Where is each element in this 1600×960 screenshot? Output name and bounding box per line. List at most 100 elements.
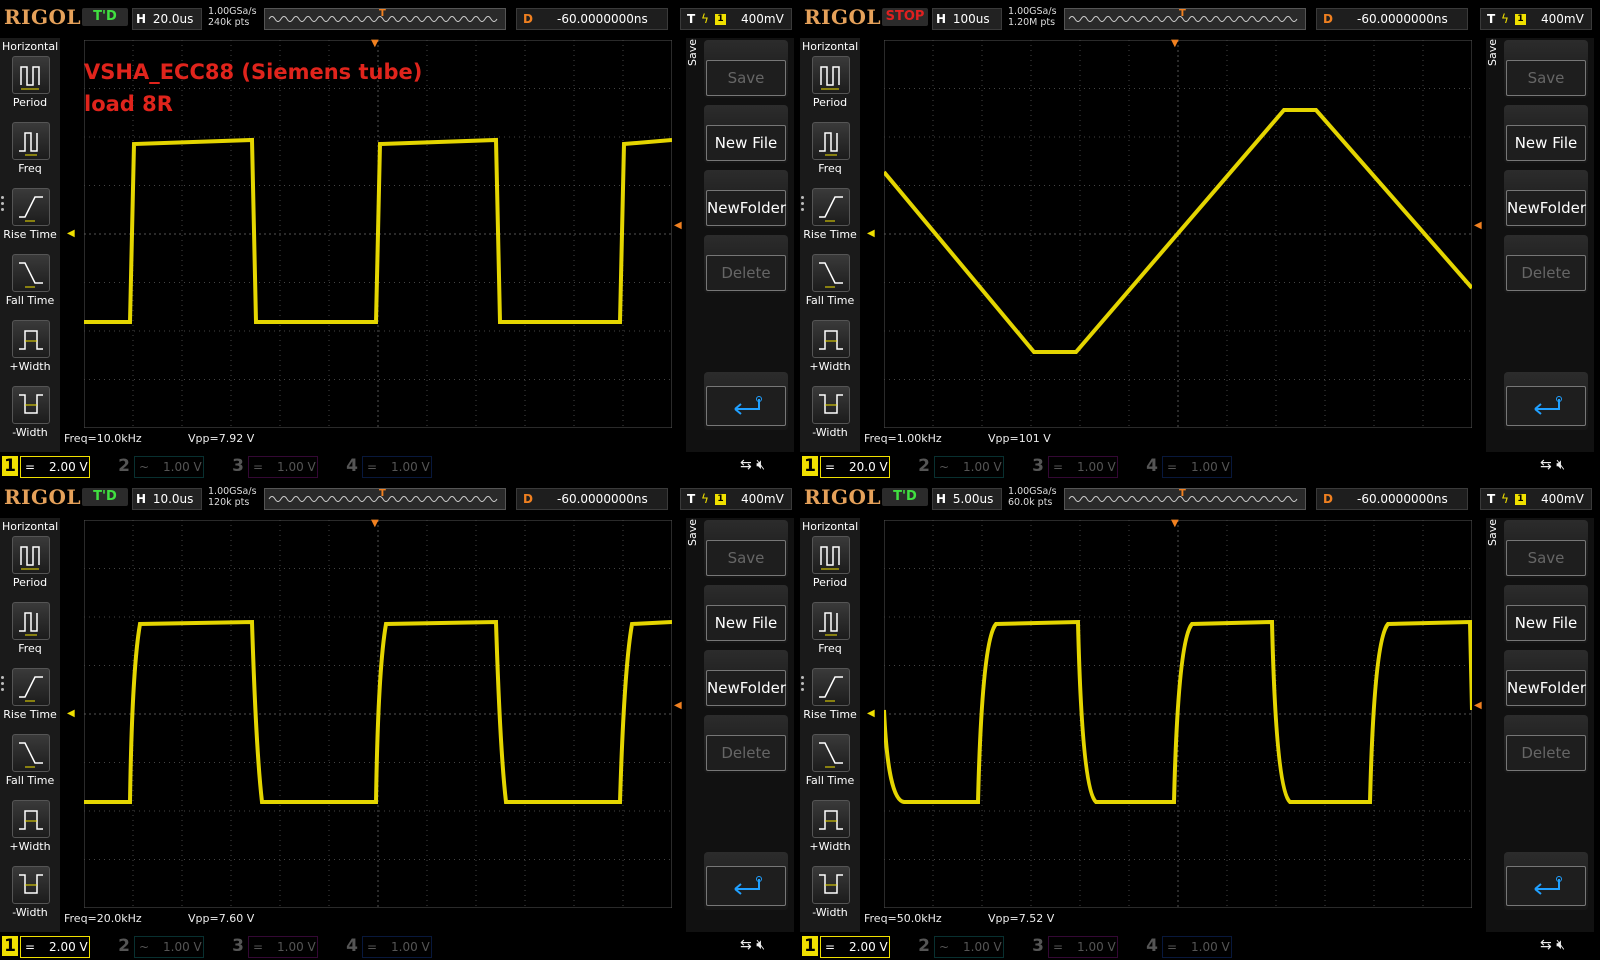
- measure-fall-time-item[interactable]: Fall Time: [0, 732, 60, 798]
- trigger-position-marker: ▼: [1171, 38, 1179, 49]
- trigger-box[interactable]: Tϟ 1 400mV: [680, 488, 792, 510]
- save-button[interactable]: Save: [704, 520, 788, 578]
- ch1-level-marker[interactable]: ◀: [67, 708, 75, 719]
- measure-fall-time-item[interactable]: Fall Time: [800, 252, 860, 318]
- run-status-button[interactable]: T'D: [82, 488, 128, 506]
- measure-neg-width-item[interactable]: -Width: [0, 384, 60, 450]
- measure-period-item[interactable]: Period: [0, 54, 60, 120]
- measure-rise-time-item[interactable]: Rise Time: [800, 186, 860, 252]
- measure-pos-width-item[interactable]: +Width: [0, 318, 60, 384]
- measure-rise-time-item[interactable]: Rise Time: [800, 666, 860, 732]
- measure-neg-width-item[interactable]: -Width: [800, 864, 860, 930]
- run-status-button[interactable]: STOP: [882, 8, 928, 26]
- neg-width-icon: [812, 866, 850, 904]
- speaker-mute-icon[interactable]: 🔇︎: [756, 937, 765, 953]
- newfolder-button[interactable]: NewFolder: [704, 650, 788, 708]
- delay-box[interactable]: D -60.0000000ns: [1316, 8, 1468, 30]
- save-button[interactable]: Save: [1504, 40, 1588, 98]
- run-status-button[interactable]: T'D: [882, 488, 928, 506]
- trigger-level-marker[interactable]: ◀: [1474, 220, 1482, 231]
- speaker-mute-icon[interactable]: 🔇︎: [1556, 937, 1565, 953]
- ch-coupling: =: [1167, 460, 1178, 474]
- save-menu-title: Save: [686, 518, 699, 546]
- ch1-volts: 2.00 V: [849, 940, 888, 954]
- save-button[interactable]: Save: [704, 40, 788, 98]
- button-label: Save: [706, 540, 786, 576]
- timebase-box[interactable]: H 10.0us: [132, 488, 202, 510]
- measure-label: Period: [12, 96, 48, 109]
- ch1-coupling: =: [825, 940, 836, 954]
- sample-rate: 1.00GSa/s: [1008, 486, 1057, 497]
- speaker-mute-icon[interactable]: 🔇︎: [756, 457, 765, 473]
- memory-track[interactable]: T: [264, 488, 506, 510]
- measure-neg-width-item[interactable]: -Width: [800, 384, 860, 450]
- save-button[interactable]: Save: [1504, 520, 1588, 578]
- delay-box[interactable]: D -60.0000000ns: [516, 8, 668, 30]
- freq-icon: [12, 602, 50, 640]
- delete-button[interactable]: Delete: [1504, 715, 1588, 773]
- measure-fall-time-item[interactable]: Fall Time: [800, 732, 860, 798]
- return-button[interactable]: [1504, 852, 1588, 910]
- trigger-level-marker[interactable]: ◀: [1474, 700, 1482, 711]
- ch2-number: 2: [118, 936, 130, 956]
- ch1-level-marker[interactable]: ◀: [867, 708, 875, 719]
- newfolder-button[interactable]: NewFolder: [704, 170, 788, 228]
- ch-coupling: =: [253, 460, 264, 474]
- measure-label: Period: [812, 576, 848, 589]
- measure-period-item[interactable]: Period: [800, 54, 860, 120]
- ch3-number: 3: [232, 456, 244, 476]
- return-button[interactable]: [704, 372, 788, 430]
- delete-button[interactable]: Delete: [1504, 235, 1588, 293]
- newfolder-button[interactable]: NewFolder: [1504, 170, 1588, 228]
- timebase-box[interactable]: H 5.00us: [932, 488, 1002, 510]
- measure-fall-time-item[interactable]: Fall Time: [0, 252, 60, 318]
- memory-track[interactable]: T: [264, 8, 506, 30]
- memory-track[interactable]: T: [1064, 488, 1306, 510]
- measure-period-item[interactable]: Period: [0, 534, 60, 600]
- memory-track[interactable]: T: [1064, 8, 1306, 30]
- ch-coupling: =: [1053, 940, 1064, 954]
- run-status-button[interactable]: T'D: [82, 8, 128, 26]
- measure-freq-item[interactable]: Freq: [0, 120, 60, 186]
- measure-period-item[interactable]: Period: [800, 534, 860, 600]
- brand-logo: RIGOL: [804, 5, 882, 29]
- speaker-mute-icon[interactable]: 🔇︎: [1556, 457, 1565, 473]
- trigger-box[interactable]: Tϟ 1 400mV: [1480, 8, 1592, 30]
- delete-button[interactable]: Delete: [704, 715, 788, 773]
- trigger-position-marker: T: [379, 8, 386, 19]
- trigger-level-marker[interactable]: ◀: [674, 700, 682, 711]
- delay-box[interactable]: D -60.0000000ns: [516, 488, 668, 510]
- trigger-box[interactable]: Tϟ 1 400mV: [680, 8, 792, 30]
- measure-freq-item[interactable]: Freq: [800, 600, 860, 666]
- timebase-box[interactable]: H 20.0us: [132, 8, 202, 30]
- ch1-level-marker[interactable]: ◀: [867, 228, 875, 239]
- measure-freq-item[interactable]: Freq: [800, 120, 860, 186]
- trigger-box[interactable]: Tϟ 1 400mV: [1480, 488, 1592, 510]
- measure-pos-width-item[interactable]: +Width: [0, 798, 60, 864]
- measure-freq-item[interactable]: Freq: [0, 600, 60, 666]
- newfolder-button[interactable]: NewFolder: [1504, 650, 1588, 708]
- edge-trigger-icon: ϟ: [701, 492, 709, 506]
- return-button[interactable]: [704, 852, 788, 910]
- measure-pos-width-item[interactable]: +Width: [800, 318, 860, 384]
- trigger-level-marker[interactable]: ◀: [674, 220, 682, 231]
- ch1-level-marker[interactable]: ◀: [67, 228, 75, 239]
- usb-icon: ⇆ 🔇︎: [1540, 937, 1566, 953]
- new-file-button[interactable]: New File: [704, 585, 788, 643]
- ch-volts: 1.00 V: [963, 460, 1002, 474]
- delay-value: -60.0000000ns: [1357, 12, 1448, 26]
- timebase-box[interactable]: H 100us: [932, 8, 1002, 30]
- trigger-channel: 1: [715, 494, 726, 505]
- delay-box[interactable]: D -60.0000000ns: [1316, 488, 1468, 510]
- ch2-number: 2: [918, 936, 930, 956]
- return-button[interactable]: [1504, 372, 1588, 430]
- new-file-button[interactable]: New File: [1504, 585, 1588, 643]
- measure-rise-time-item[interactable]: Rise Time: [0, 666, 60, 732]
- new-file-button[interactable]: New File: [704, 105, 788, 163]
- measure-neg-width-item[interactable]: -Width: [0, 864, 60, 930]
- new-file-button[interactable]: New File: [1504, 105, 1588, 163]
- measure-rise-time-item[interactable]: Rise Time: [0, 186, 60, 252]
- delete-button[interactable]: Delete: [704, 235, 788, 293]
- measure-pos-width-item[interactable]: +Width: [800, 798, 860, 864]
- memory-depth: 60.0k pts: [1008, 497, 1053, 508]
